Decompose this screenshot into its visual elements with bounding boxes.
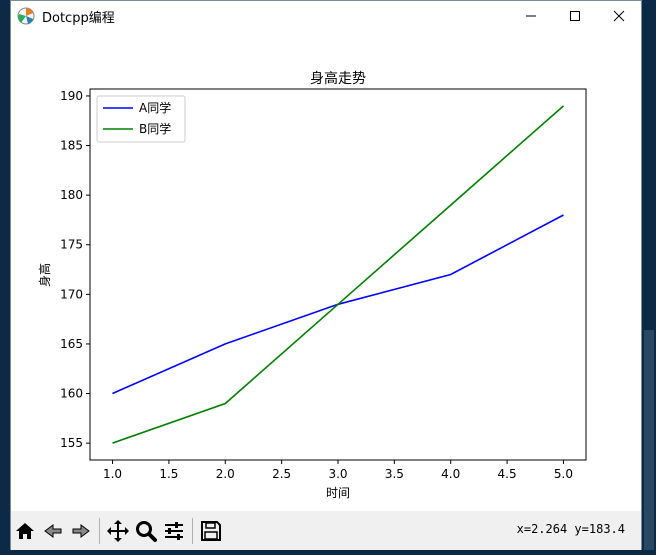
maximize-button[interactable]: [553, 1, 597, 31]
x-tick-label: 3.5: [385, 467, 404, 481]
y-axis-ticks: 155 160 165 170 175 180 185 190: [60, 89, 90, 450]
background-terminal-left: [0, 30, 10, 555]
background-scrollbar: [644, 330, 654, 550]
x-tick-label: 2.0: [216, 467, 235, 481]
window-controls: [509, 1, 641, 31]
minimize-button[interactable]: [509, 1, 553, 31]
forward-arrow-icon: [72, 524, 90, 538]
legend-label-a: A同学: [139, 100, 171, 115]
cursor-coordinates: x=2.264 y=183.4: [516, 522, 625, 536]
line-chart: 身高走势 时间 身高 1.0 1.5 2.0 2.5 3.0 3.5 4.0 4.5 5.0 1…: [37, 70, 587, 500]
y-tick-label: 180: [60, 188, 83, 202]
x-axis-label: 时间: [326, 486, 350, 500]
plot-area: [89, 88, 587, 461]
plot-window: Dotcpp编程 身高走势 时间 身高 1.0 1.5 2.0 2.5 3.0 3.5 4.…: [10, 0, 642, 555]
background-terminal-right: [642, 30, 656, 555]
x-tick-label: 1.0: [103, 467, 122, 481]
zoom-magnifier-icon: [136, 521, 157, 542]
chart-title: 身高走势: [310, 70, 366, 87]
y-tick-label: 155: [60, 436, 83, 450]
x-tick-label: 1.5: [159, 467, 178, 481]
configure-subplots-button[interactable]: [160, 516, 188, 546]
legend: A同学 B同学: [96, 95, 186, 143]
home-button[interactable]: [11, 516, 39, 546]
y-tick-label: 185: [60, 139, 83, 153]
y-axis-label: 身高: [37, 263, 52, 287]
minimize-icon: [526, 15, 536, 17]
save-figure-button[interactable]: [197, 516, 225, 546]
zoom-button[interactable]: [132, 516, 160, 546]
floppy-disk-icon: [201, 521, 221, 541]
y-tick-label: 170: [60, 287, 83, 301]
legend-label-b: B同学: [139, 121, 171, 136]
x-tick-label: 3.0: [328, 467, 347, 481]
y-tick-label: 160: [60, 387, 83, 401]
matplotlib-app-icon: [17, 7, 35, 25]
y-tick-label: 175: [60, 238, 83, 252]
pan-button[interactable]: [104, 516, 132, 546]
navigation-toolbar: x=2.264 y=183.4: [11, 511, 641, 551]
x-tick-label: 4.0: [441, 467, 460, 481]
back-arrow-icon: [44, 524, 62, 538]
x-axis-ticks: 1.0 1.5 2.0 2.5 3.0 3.5 4.0 4.5 5.0: [103, 460, 573, 481]
toolbar-separator: [99, 518, 100, 544]
toolbar-separator: [192, 518, 193, 544]
maximize-icon: [570, 11, 580, 21]
x-tick-label: 2.5: [272, 467, 291, 481]
window-title: Dotcpp编程: [42, 10, 115, 26]
x-tick-label: 4.5: [498, 467, 517, 481]
close-button[interactable]: [597, 1, 641, 31]
back-button[interactable]: [39, 516, 67, 546]
y-tick-label: 190: [60, 89, 83, 103]
x-tick-label: 5.0: [554, 467, 573, 481]
close-icon: [613, 10, 625, 22]
title-bar[interactable]: Dotcpp编程: [11, 1, 641, 31]
y-tick-label: 165: [60, 337, 83, 351]
home-icon: [16, 523, 34, 539]
sliders-icon: [165, 522, 183, 540]
forward-button[interactable]: [67, 516, 95, 546]
pan-move-icon: [107, 520, 129, 542]
figure-canvas[interactable]: 身高走势 时间 身高 1.0 1.5 2.0 2.5 3.0 3.5 4.0 4.5 5.0 1…: [11, 31, 641, 511]
background-terminal-bottom: [0, 550, 656, 555]
